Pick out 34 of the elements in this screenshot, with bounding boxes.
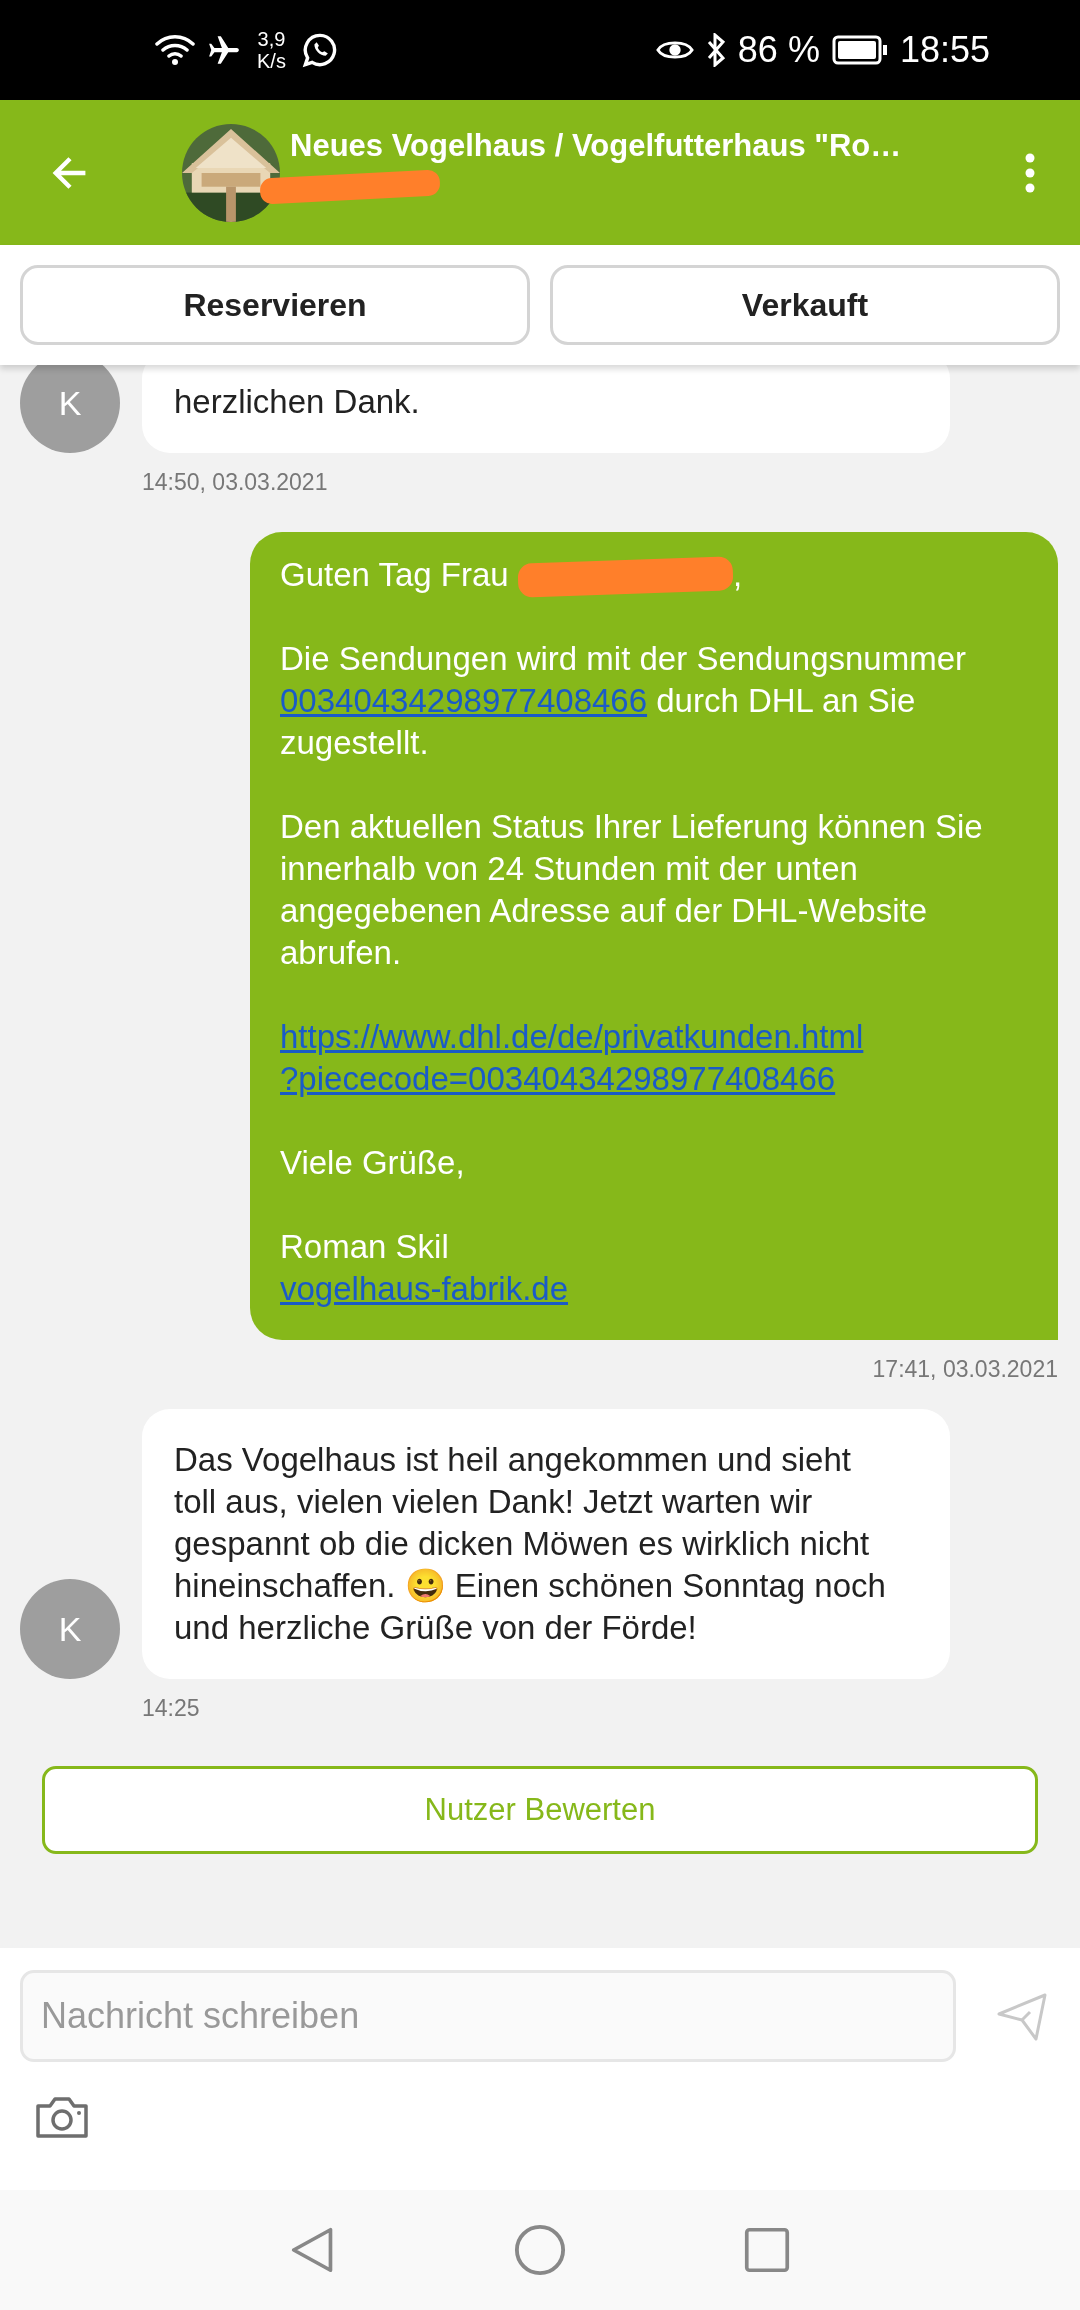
bluetooth-icon xyxy=(705,33,726,67)
avatar: K xyxy=(20,1579,120,1679)
message-link[interactable]: https://www.dhl.de/de/privatkunden.html xyxy=(280,1018,864,1055)
clock-time: 18:55 xyxy=(899,29,990,71)
message-link[interactable]: vogelhaus-fabrik.de xyxy=(280,1270,568,1307)
message-input-field[interactable]: Nachricht schreiben xyxy=(20,1970,956,2062)
message-time: 17:41, 03.03.2021 xyxy=(872,1356,1058,1383)
message-text: Den aktuellen Status Ihrer Lieferung können Sie innerhalb von 24 Stunden mit der unten angegebenen Adresse auf der DHL-Website abrufen. xyxy=(280,807,984,973)
action-button[interactable]: Reservieren xyxy=(20,265,530,345)
message-text: Das Vogelhaus ist heil angekommen und sieht toll aus, vielen vielen Dank! Jetzt warten wir gespannt ob die dicken Möwen es wirklich nicht hineinschaffen. 😀 Einen schönen Sonntag noch und herzliche Grüße von der Förde! xyxy=(174,1440,887,1648)
message-link[interactable]: ?piececode=00340434298977408466 xyxy=(280,1060,836,1097)
action-button[interactable]: Verkauft xyxy=(550,265,1060,345)
battery-percentage: 86 % xyxy=(737,29,820,71)
message-text: Roman Skil vogelhaus-fabrik.de xyxy=(280,1227,569,1309)
network-speed-value: 3,9 xyxy=(257,28,286,50)
avatar: K xyxy=(20,365,120,453)
rate-user-button[interactable]: Nutzer Bewerten xyxy=(42,1766,1038,1854)
message-text: herzlichen Dank. xyxy=(174,382,421,422)
wifi-icon xyxy=(155,34,195,66)
chat-title: Neues Vogelhaus / Vogelfutterhaus "Ro… xyxy=(290,127,903,164)
message-time: 14:25 xyxy=(142,1695,201,1722)
message-link[interactable]: 00340434298977408466 xyxy=(280,682,648,719)
message-text: Die Sendungen wird mit der Sendungsnummer 00340434298977408466 durch DHL an Sie zugestellt. xyxy=(280,639,968,763)
message-text: Viele Grüße, xyxy=(280,1143,466,1183)
message-time: 14:50, 03.03.2021 xyxy=(142,469,329,496)
vertical-dots-icon xyxy=(1025,152,1035,193)
airplane-icon xyxy=(207,33,241,67)
network-speed-unit: K/s xyxy=(257,50,286,72)
camera-icon[interactable] xyxy=(34,2094,90,2140)
recents-nav-icon[interactable] xyxy=(744,2227,790,2273)
chat-bubble-icon xyxy=(301,32,338,68)
message-text: Guten Tag Frau , xyxy=(280,554,1008,596)
home-nav-icon[interactable] xyxy=(514,2224,566,2276)
battery-icon xyxy=(831,35,888,65)
